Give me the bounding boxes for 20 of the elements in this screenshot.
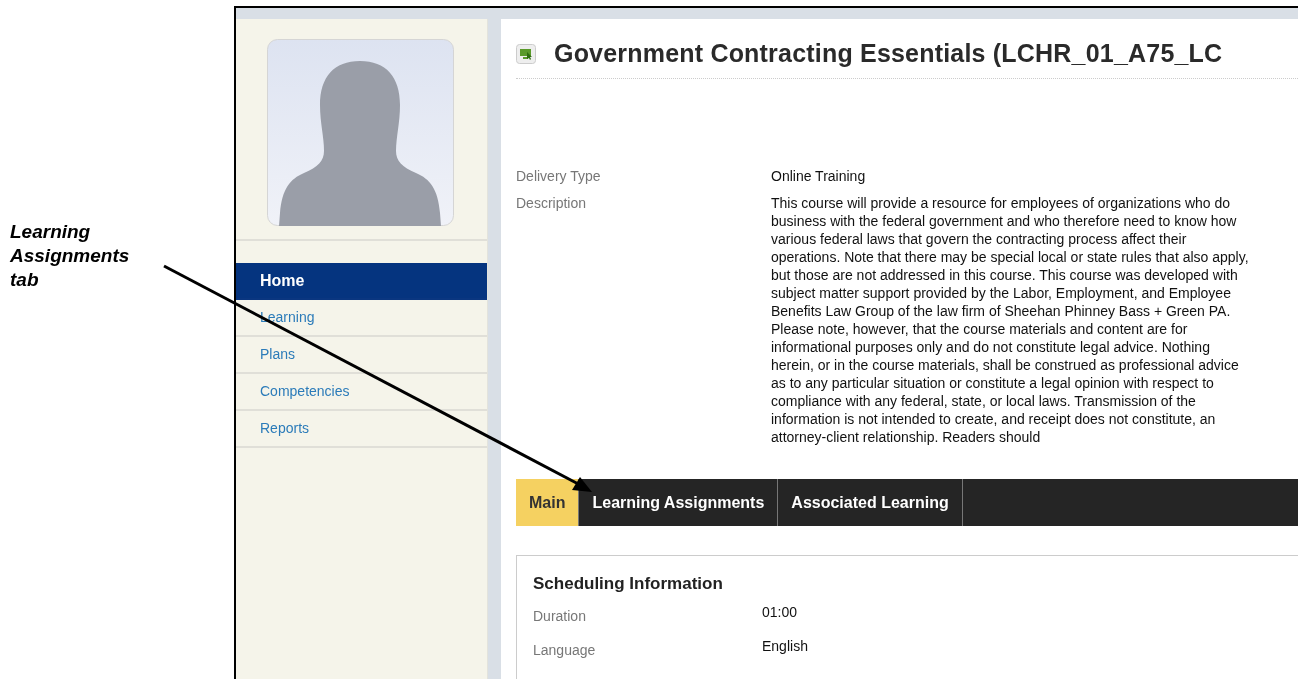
nav-item[interactable]: Home — [236, 263, 487, 300]
field-label: Duration — [533, 607, 587, 626]
field-label: Description — [516, 194, 588, 213]
avatar-silhouette-icon — [267, 39, 454, 226]
field-value: Online Training — [771, 167, 867, 185]
nav-item[interactable]: Competencies — [236, 374, 487, 411]
monitor-icon — [516, 43, 536, 64]
nav-item[interactable]: Reports — [236, 411, 487, 448]
field-value: This course will provide a resource for employees of organizations who do business with the federal government and who therefore need to know how various federal laws that govern the contracting process affect their operations. Note that there may be special local or state rules that also apply, but those are not addressed in this course. This course was developed with subject matter support provided by the Labor, Employment, and Employee Benefits Law Group of the law firm of Sheehan Phinney Bass + Green PA. Please note, however, that the course materials and content are for informational purposes only and do not constitute legal advice. Nothing herein, or in the course materials, shall be construed as professional advice as to any particular situation or constitute a legal opinion with respect to compliance with any federal, state, or local laws. Transmission of the information is not intended to create, and receipt does not constitute, an attorney-client relationship. Readers should — [771, 194, 1249, 446]
nav-item[interactable]: Learning — [236, 300, 487, 337]
field-value: 01:00 — [762, 603, 799, 622]
tab[interactable]: Associated Learning — [778, 479, 963, 526]
callout-label: Learning Assignments tab — [10, 220, 131, 292]
field-label: Language — [533, 641, 597, 660]
section-title: Scheduling Information — [533, 574, 724, 594]
course-title: Government Contracting Essentials (LCHR_01_A75_LC — [554, 39, 1223, 68]
tab[interactable]: Main — [516, 479, 580, 526]
field-value: English — [762, 637, 809, 656]
nav-item[interactable]: Plans — [236, 337, 487, 374]
field-label: Delivery Type — [516, 167, 602, 185]
